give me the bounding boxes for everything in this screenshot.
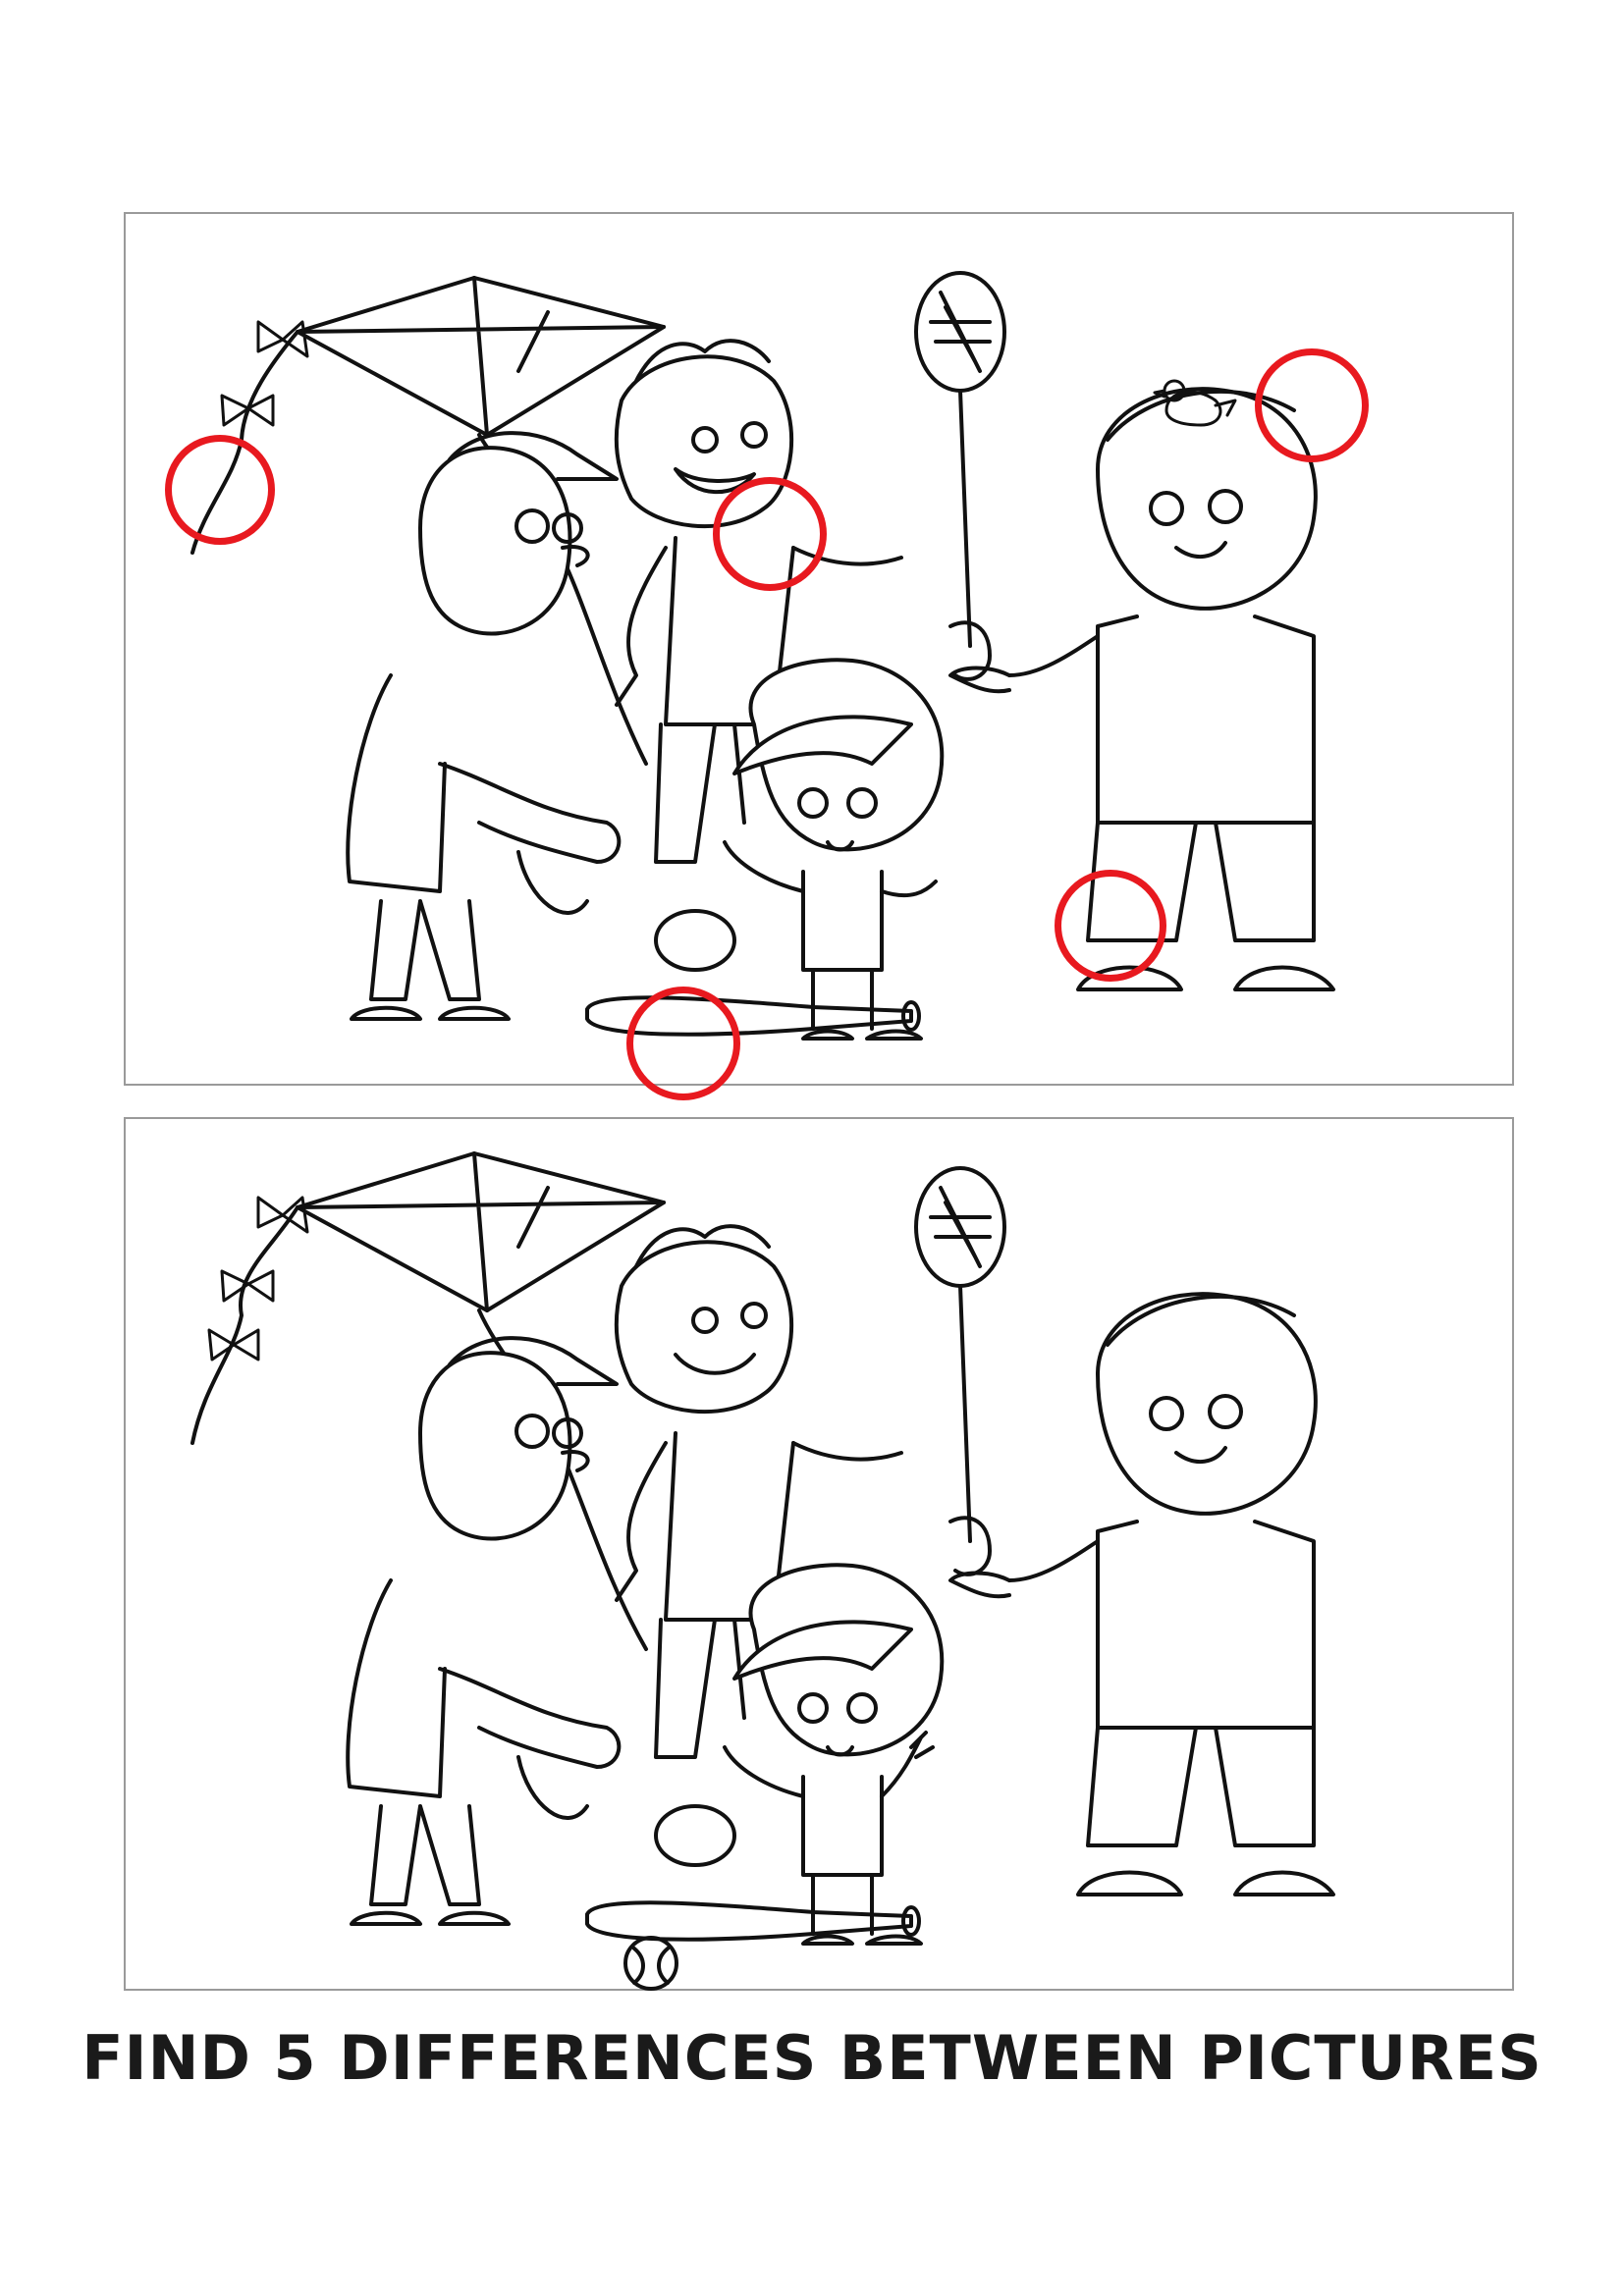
baseball-bat (585, 1900, 921, 1942)
boy-with-cap (346, 1336, 622, 1926)
kite-bows (207, 1196, 309, 1362)
scene-bottom (190, 1151, 1335, 1991)
puzzle-title: FIND 5 DIFFERENCES BETWEEN PICTURES (81, 2022, 1543, 2094)
difference-marker-ball[interactable] (626, 987, 740, 1100)
picture-bottom (124, 1117, 1514, 1991)
boy-with-racket (614, 271, 1006, 972)
scene-top (190, 271, 1335, 1041)
boy-with-cap (346, 431, 622, 1021)
small-boy (723, 1563, 945, 1946)
difference-marker-kite-tail[interactable] (165, 435, 275, 545)
picture-top (124, 212, 1514, 1100)
difference-marker-hand[interactable] (1055, 870, 1166, 982)
small-boy (723, 658, 945, 1041)
baseball (623, 1936, 678, 1991)
boy-with-racket (614, 1166, 1006, 1867)
difference-marker-smile[interactable] (713, 477, 827, 591)
difference-marker-bird[interactable] (1255, 348, 1369, 462)
boy-right (948, 1292, 1335, 1896)
